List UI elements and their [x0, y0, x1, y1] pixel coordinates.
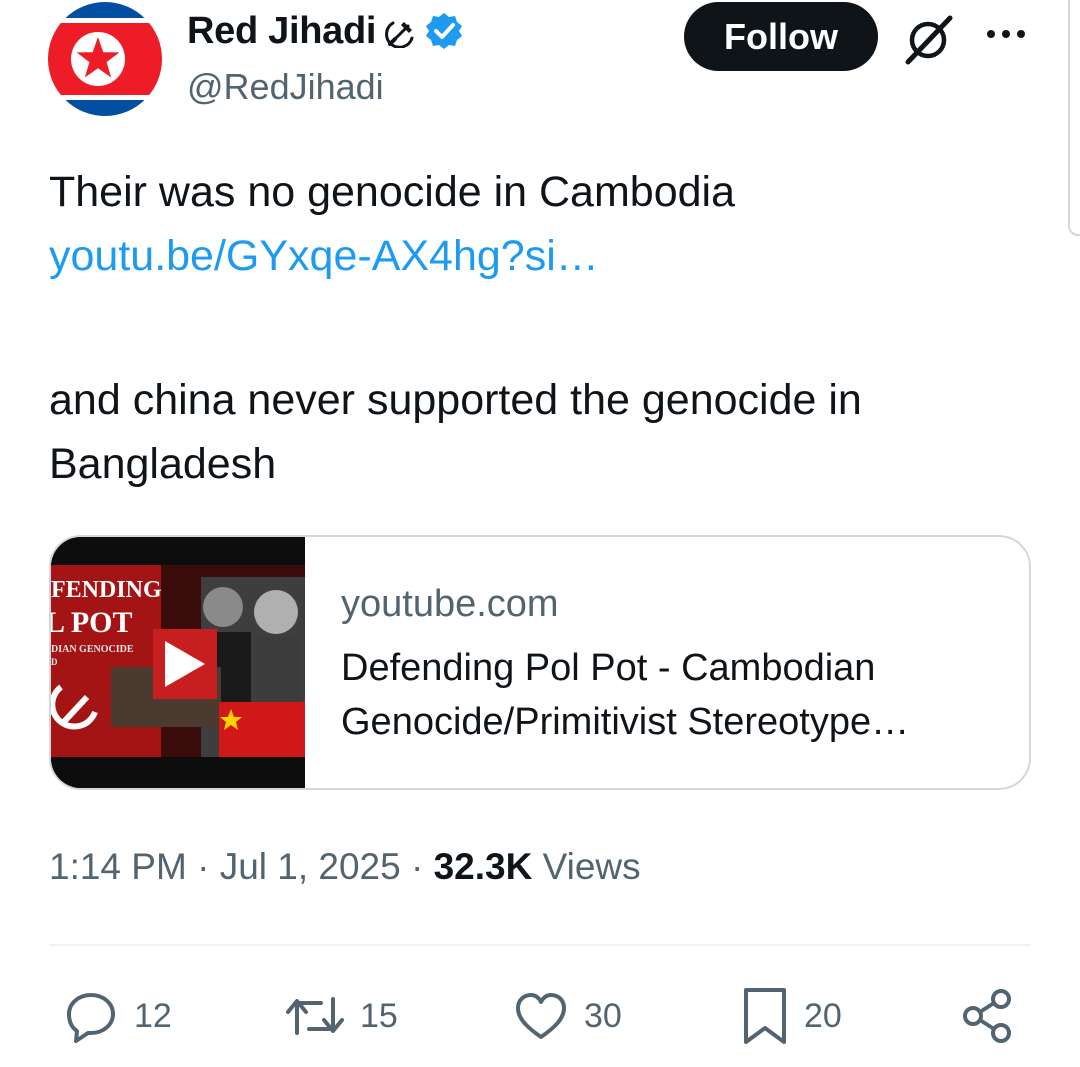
reply-count: 12 [134, 996, 172, 1035]
more-icon[interactable] [984, 24, 1028, 49]
like-count: 30 [584, 996, 622, 1035]
display-name[interactable]: Red Jihadi [187, 10, 376, 53]
link-preview-card[interactable]: FENDING L POT DIAN GENOCIDE D youtube.co… [49, 535, 1031, 790]
heart-icon [512, 987, 570, 1045]
card-title: Defending Pol Pot - Cambodian Genocide/P… [341, 647, 910, 743]
scrollbar[interactable] [1068, 0, 1080, 236]
avatar[interactable] [48, 2, 162, 116]
separator: · [411, 846, 424, 887]
author-handle[interactable]: @RedJihadi [187, 66, 384, 108]
tweet-text-line: Their was no genocide in Cambodia [49, 168, 736, 216]
divider [49, 944, 1031, 946]
tweet-metadata: 1:14 PM · Jul 1, 2025 · 32.3K Views [49, 842, 641, 892]
thumbnail-text: D [51, 657, 58, 667]
separator: · [197, 846, 210, 887]
thumbnail-text: L POT [51, 606, 133, 639]
video-thumbnail[interactable]: FENDING L POT DIAN GENOCIDE D [51, 537, 305, 788]
card-body[interactable]: youtube.com Defending Pol Pot - Cambodia… [305, 537, 1029, 788]
tweet-text: Their was no genocide in Cambodia youtu.… [49, 160, 1039, 496]
follow-button[interactable]: Follow [684, 2, 878, 71]
hammer-and-sickle-icon [384, 14, 418, 48]
grok-icon[interactable] [902, 12, 956, 71]
tweet: Red Jihadi @RedJihadi Follow Their was n… [0, 0, 1080, 1067]
bookmark-icon [740, 986, 790, 1046]
share-button[interactable] [960, 986, 1016, 1046]
thumbnail-text: DIAN GENOCIDE [51, 644, 134, 655]
share-icon [960, 987, 1016, 1045]
card-domain: youtube.com [341, 583, 559, 625]
repost-icon [284, 987, 346, 1045]
like-button[interactable]: 30 [512, 986, 622, 1046]
tweet-link[interactable]: youtu.be/GYxqe-AX4hg?si… [49, 224, 1039, 288]
tweet-date[interactable]: Jul 1, 2025 [220, 846, 401, 887]
reply-button[interactable]: 12 [62, 986, 172, 1046]
views-label: Views [542, 846, 641, 887]
repost-count: 15 [360, 996, 398, 1035]
thumbnail-text: FENDING [51, 577, 162, 603]
tweet-text-line: and china never supported the genocide i… [49, 376, 862, 488]
verified-badge-icon[interactable] [424, 11, 464, 51]
tweet-time[interactable]: 1:14 PM [49, 846, 187, 887]
bookmark-button[interactable]: 20 [740, 986, 842, 1046]
author-name-row[interactable]: Red Jihadi [187, 8, 464, 54]
bookmark-count: 20 [804, 996, 842, 1035]
repost-button[interactable]: 15 [284, 986, 398, 1046]
reply-icon [62, 987, 120, 1045]
views-count: 32.3K [433, 846, 533, 887]
